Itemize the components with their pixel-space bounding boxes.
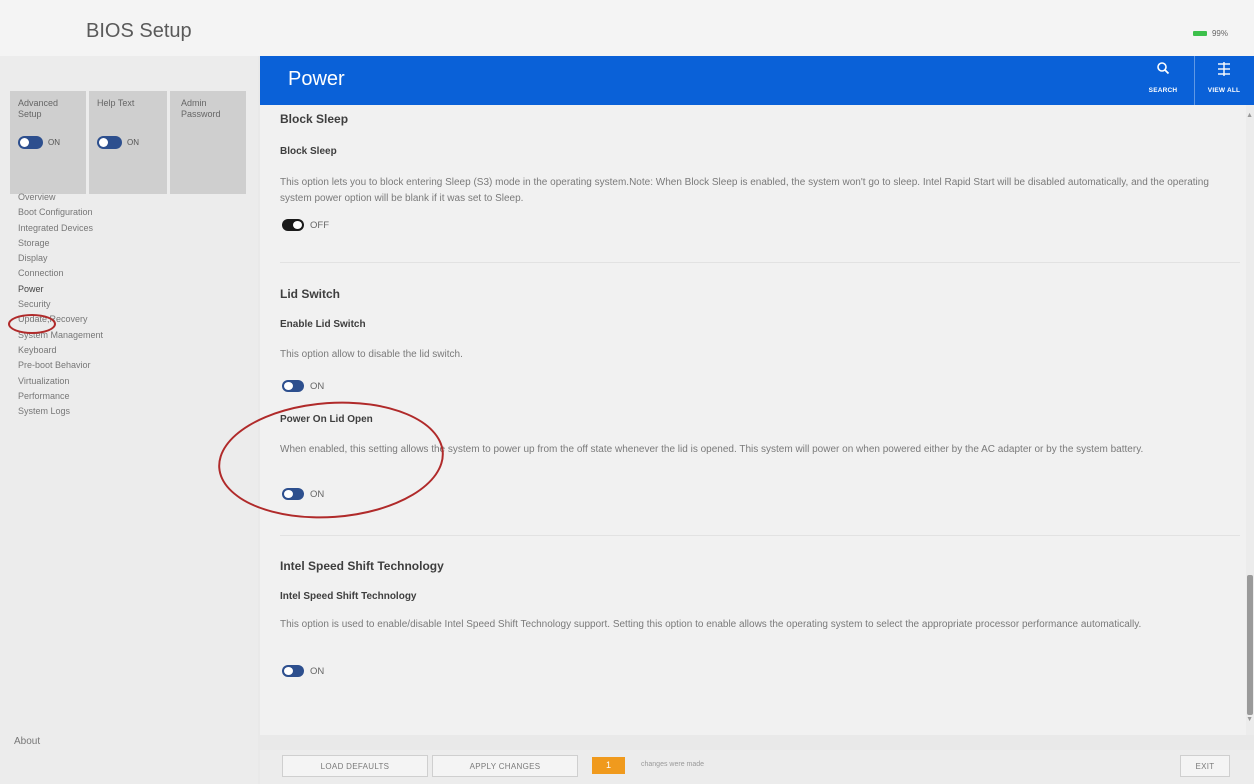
search-button[interactable]: SEARCH bbox=[1132, 56, 1194, 105]
sidebar-nav: Overview Boot Configuration Integrated D… bbox=[18, 190, 103, 419]
toggle-switch-icon bbox=[282, 219, 304, 231]
change-count-badge: 1 bbox=[592, 757, 625, 774]
view-all-icon bbox=[1218, 62, 1230, 76]
sidebar-item-display[interactable]: Display bbox=[18, 251, 103, 266]
about-link[interactable]: About bbox=[14, 736, 40, 747]
enable-lid-switch-title: Enable Lid Switch bbox=[280, 319, 366, 330]
admin-password-tile[interactable]: Admin Password bbox=[170, 91, 246, 194]
speed-shift-description: This option is used to enable/disable In… bbox=[280, 619, 1142, 630]
apply-changes-button[interactable]: APPLY CHANGES bbox=[432, 755, 578, 777]
exit-button[interactable]: EXIT bbox=[1180, 755, 1230, 777]
toggle-switch-icon bbox=[282, 380, 304, 392]
sidebar-item-system-logs[interactable]: System Logs bbox=[18, 404, 103, 419]
enable-lid-switch-description: This option allow to disable the lid swi… bbox=[280, 349, 463, 360]
lid-switch-section-title: Lid Switch bbox=[280, 287, 340, 301]
sidebar-item-security[interactable]: Security bbox=[18, 297, 103, 312]
help-text-label: Help Text bbox=[97, 98, 135, 108]
scroll-down-arrow-icon[interactable]: ▼ bbox=[1246, 716, 1253, 723]
help-text-toggle-state: ON bbox=[127, 138, 139, 147]
section-divider bbox=[280, 535, 1240, 536]
speed-shift-setting-title: Intel Speed Shift Technology bbox=[280, 591, 417, 602]
section-divider bbox=[280, 262, 1240, 263]
advanced-setup-toggle[interactable]: ON bbox=[18, 136, 60, 149]
sidebar-item-overview[interactable]: Overview bbox=[18, 190, 103, 205]
block-sleep-toggle-state: OFF bbox=[310, 219, 329, 231]
sidebar-item-preboot-behavior[interactable]: Pre-boot Behavior bbox=[18, 358, 103, 373]
speed-shift-toggle[interactable]: ON bbox=[282, 665, 324, 677]
block-sleep-description: This option lets you to block entering S… bbox=[280, 177, 1209, 204]
scrollbar-thumb[interactable] bbox=[1247, 575, 1253, 715]
changes-status-text: changes were made bbox=[641, 761, 705, 768]
load-defaults-button[interactable]: LOAD DEFAULTS bbox=[282, 755, 428, 777]
title-bar: BIOS Setup 99% bbox=[0, 0, 1254, 56]
speed-shift-toggle-state: ON bbox=[310, 665, 325, 677]
sidebar-item-keyboard[interactable]: Keyboard bbox=[18, 343, 103, 358]
advanced-setup-toggle-state: ON bbox=[48, 138, 60, 147]
battery-text: 99% bbox=[1211, 29, 1228, 38]
page-header: Power SEARCH VIEW ALL bbox=[260, 56, 1254, 105]
footer-bar: LOAD DEFAULTS APPLY CHANGES 1 changes we… bbox=[260, 750, 1254, 784]
advanced-setup-tile[interactable]: Advanced Setup ON bbox=[10, 91, 86, 194]
sidebar-item-virtualization[interactable]: Virtualization bbox=[18, 374, 103, 389]
sidebar-item-storage[interactable]: Storage bbox=[18, 236, 103, 251]
toggle-switch-icon bbox=[282, 665, 304, 677]
sidebar-item-integrated-devices[interactable]: Integrated Devices bbox=[18, 221, 103, 236]
sidebar-item-connection[interactable]: Connection bbox=[18, 266, 103, 281]
search-icon bbox=[1157, 62, 1170, 75]
app-title: BIOS Setup bbox=[86, 20, 192, 42]
help-text-toggle[interactable]: ON bbox=[97, 136, 139, 149]
speed-shift-section-title: Intel Speed Shift Technology bbox=[280, 559, 444, 573]
block-sleep-section-title: Block Sleep bbox=[280, 112, 349, 126]
sidebar-item-boot-configuration[interactable]: Boot Configuration bbox=[18, 205, 103, 220]
advanced-setup-label: Advanced Setup bbox=[18, 98, 59, 119]
enable-lid-switch-toggle[interactable]: ON bbox=[282, 380, 324, 392]
sidebar-item-power[interactable]: Power bbox=[18, 282, 103, 297]
toggle-switch-icon bbox=[18, 136, 43, 149]
view-all-button[interactable]: VIEW ALL bbox=[1194, 56, 1254, 105]
admin-password-label: Admin Password bbox=[181, 98, 221, 119]
search-label: SEARCH bbox=[1148, 87, 1178, 94]
battery-indicator: 99% bbox=[1192, 29, 1228, 38]
view-all-label: VIEW ALL bbox=[1207, 87, 1241, 94]
help-text-tile[interactable]: Help Text ON bbox=[89, 91, 167, 194]
page-title: Power bbox=[288, 68, 345, 90]
block-sleep-toggle[interactable]: OFF bbox=[282, 219, 329, 231]
settings-content: Block Sleep Block Sleep This option lets… bbox=[214, 105, 1254, 735]
scroll-up-arrow-icon[interactable]: ▲ bbox=[1246, 112, 1253, 119]
enable-lid-switch-toggle-state: ON bbox=[310, 380, 325, 392]
sidebar-item-performance[interactable]: Performance bbox=[18, 389, 103, 404]
block-sleep-setting-title: Block Sleep bbox=[280, 146, 337, 157]
sidebar: Advanced Setup ON Help Text ON Admin Pas… bbox=[0, 56, 258, 784]
battery-icon bbox=[1192, 31, 1207, 36]
power-highlight-circle bbox=[8, 314, 56, 334]
toggle-switch-icon bbox=[97, 136, 122, 149]
